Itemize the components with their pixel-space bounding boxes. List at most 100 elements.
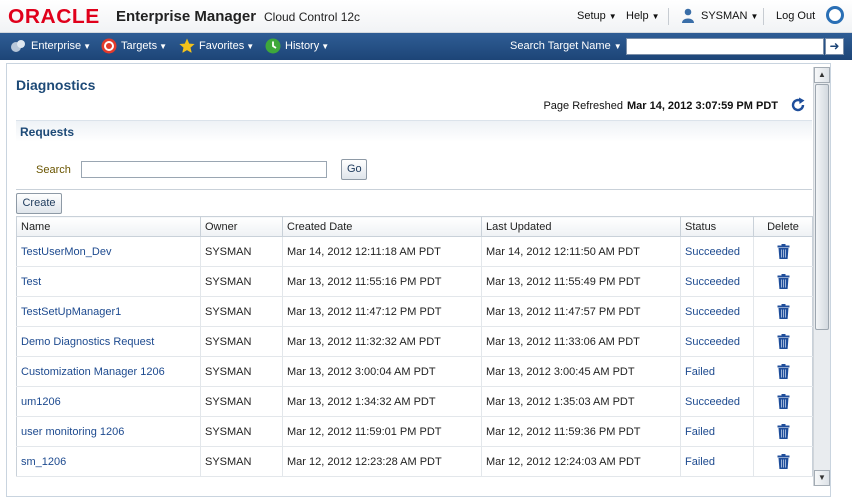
request-name-cell[interactable]: sm_1206 [16, 446, 201, 477]
nav-enterprise[interactable]: Enterprise ▼ [31, 40, 91, 52]
refresh-time: Mar 14, 2012 3:07:59 PM PDT [626, 100, 778, 112]
refresh-label: Page Refreshed [543, 100, 623, 112]
search-go-button[interactable]: ➜ [825, 38, 844, 55]
refresh-icon[interactable] [790, 97, 806, 113]
table-row: TestSetUpManager1 SYSMAN Mar 13, 2012 11:4… [16, 296, 813, 327]
delete-request-button[interactable] [753, 416, 813, 447]
nav-targets-label: Targets [121, 40, 158, 52]
product-edition: Cloud Control 12c [264, 10, 361, 24]
request-updated-cell: Mar 12, 2012 12:24:03 AM PDT [481, 446, 681, 477]
help-menu-label: Help [626, 10, 649, 22]
request-updated-cell: Mar 14, 2012 12:11:50 AM PDT [481, 236, 681, 267]
request-name-link[interactable]: TestUserMon_Dev [21, 246, 111, 258]
table-row: Demo Diagnostics Request SYSMAN Mar 13, 20… [16, 326, 813, 357]
delete-request-button[interactable] [753, 356, 813, 387]
chevron-down-icon: ▼ [246, 42, 255, 51]
delete-request-button[interactable] [753, 266, 813, 297]
targets-icon [101, 38, 117, 54]
column-header-created[interactable]: Created Date [282, 216, 482, 237]
request-status-cell[interactable]: Succeeded [680, 326, 754, 357]
nav-targets[interactable]: Targets ▼ [121, 40, 167, 52]
requests-search-label: Search [36, 164, 71, 176]
request-name-cell[interactable]: um1206 [16, 386, 201, 417]
request-name-cell[interactable]: TestSetUpManager1 [16, 296, 201, 327]
request-status-cell[interactable]: Succeeded [680, 386, 754, 417]
setup-menu[interactable]: Setup ▼ [577, 10, 617, 22]
column-header-name[interactable]: Name [16, 216, 201, 237]
requests-section-header: Requests [16, 120, 812, 142]
trash-icon [777, 424, 789, 439]
arrow-up-icon: ▲ [818, 70, 826, 79]
logout-link[interactable]: Log Out [776, 10, 815, 22]
request-owner-cell: SYSMAN [200, 356, 283, 387]
request-updated-cell: Mar 13, 2012 11:47:57 PM PDT [481, 296, 681, 327]
column-header-status[interactable]: Status [680, 216, 754, 237]
request-name-link[interactable]: user monitoring 1206 [21, 426, 124, 438]
request-status-cell[interactable]: Failed [680, 446, 754, 477]
column-header-owner[interactable]: Owner [200, 216, 283, 237]
delete-request-button[interactable] [753, 236, 813, 267]
search-target-input[interactable] [626, 38, 824, 55]
request-created-cell: Mar 13, 2012 11:32:32 AM PDT [282, 326, 482, 357]
request-name-link[interactable]: Customization Manager 1206 [21, 366, 165, 378]
table-row: Test SYSMAN Mar 13, 2012 11:55:16 PM PDT Ma… [16, 266, 813, 297]
requests-search-input[interactable] [81, 161, 327, 178]
request-updated-cell: Mar 13, 2012 11:55:49 PM PDT [481, 266, 681, 297]
request-owner-cell: SYSMAN [200, 296, 283, 327]
request-name-cell[interactable]: user monitoring 1206 [16, 416, 201, 447]
request-status-cell[interactable]: Succeeded [680, 266, 754, 297]
trash-icon [777, 454, 789, 469]
request-owner-cell: SYSMAN [200, 326, 283, 357]
column-header-updated[interactable]: Last Updated [481, 216, 681, 237]
request-name-cell[interactable]: Customization Manager 1206 [16, 356, 201, 387]
search-target-selector[interactable]: Search Target Name ▼ [510, 40, 622, 52]
request-status-link[interactable]: Succeeded [685, 336, 740, 348]
chevron-down-icon: ▼ [613, 42, 622, 51]
create-button[interactable]: Create [16, 193, 62, 214]
request-name-link[interactable]: Test [21, 276, 41, 288]
scroll-down-button[interactable]: ▼ [814, 470, 830, 486]
request-name-link[interactable]: sm_1206 [21, 456, 66, 468]
scroll-up-button[interactable]: ▲ [814, 67, 830, 83]
request-status-link[interactable]: Failed [685, 456, 715, 468]
request-name-cell[interactable]: Test [16, 266, 201, 297]
request-name-cell[interactable]: Demo Diagnostics Request [16, 326, 201, 357]
nav-favorites-label: Favorites [199, 40, 245, 52]
request-status-link[interactable]: Succeeded [685, 246, 740, 258]
scroll-thumb[interactable] [815, 84, 829, 330]
delete-request-button[interactable] [753, 446, 813, 477]
request-status-link[interactable]: Succeeded [685, 396, 740, 408]
nav-enterprise-label: Enterprise [31, 40, 82, 52]
product-title: Enterprise Manager [116, 8, 257, 25]
delete-request-button[interactable] [753, 326, 813, 357]
request-status-cell[interactable]: Succeeded [680, 236, 754, 267]
user-menu[interactable]: SYSMAN ▼ [701, 10, 758, 22]
help-menu[interactable]: Help ▼ [626, 10, 660, 22]
request-status-cell[interactable]: Failed [680, 356, 754, 387]
request-status-cell[interactable]: Failed [680, 416, 754, 447]
delete-request-button[interactable] [753, 296, 813, 327]
request-name-link[interactable]: Demo Diagnostics Request [21, 336, 154, 348]
vertical-scrollbar[interactable]: ▲ ▼ [813, 67, 830, 486]
delete-request-button[interactable] [753, 386, 813, 417]
page-title: Diagnostics [16, 77, 96, 93]
request-status-link[interactable]: Failed [685, 366, 715, 378]
request-updated-cell: Mar 13, 2012 3:00:45 AM PDT [481, 356, 681, 387]
nav-favorites[interactable]: Favorites ▼ [199, 40, 254, 52]
request-created-cell: Mar 12, 2012 11:59:01 PM PDT [282, 416, 482, 447]
request-name-link[interactable]: TestSetUpManager1 [21, 306, 121, 318]
request-owner-cell: SYSMAN [200, 236, 283, 267]
request-status-link[interactable]: Succeeded [685, 276, 740, 288]
enterprise-icon [11, 40, 25, 52]
separator [763, 8, 764, 25]
nav-history[interactable]: History ▼ [285, 40, 329, 52]
request-name-cell[interactable]: TestUserMon_Dev [16, 236, 201, 267]
request-status-link[interactable]: Failed [685, 426, 715, 438]
request-name-link[interactable]: um1206 [21, 396, 61, 408]
chevron-down-icon: ▼ [159, 42, 167, 51]
request-status-link[interactable]: Succeeded [685, 306, 740, 318]
request-owner-cell: SYSMAN [200, 416, 283, 447]
request-owner-cell: SYSMAN [200, 266, 283, 297]
request-status-cell[interactable]: Succeeded [680, 296, 754, 327]
go-button[interactable]: Go [341, 159, 367, 180]
